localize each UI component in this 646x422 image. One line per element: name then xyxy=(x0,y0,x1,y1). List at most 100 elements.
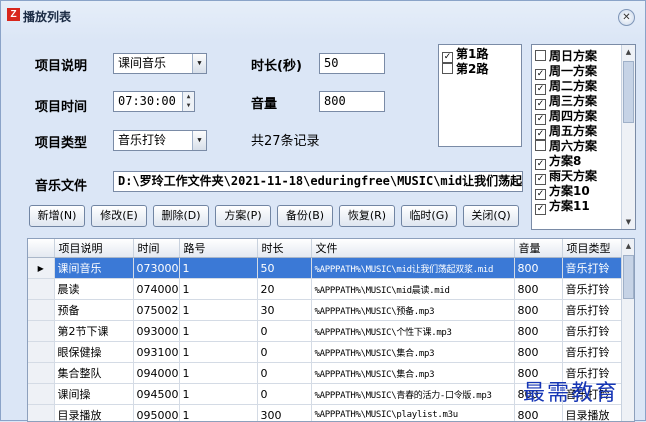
cell[interactable]: 800 xyxy=(514,300,562,321)
cell[interactable]: 课间音乐 xyxy=(54,258,133,279)
cell[interactable]: 800 xyxy=(514,258,562,279)
plan-label[interactable]: 周二方案 xyxy=(549,79,597,93)
column-header[interactable]: 时长 xyxy=(257,239,311,258)
plan-label[interactable]: 周五方案 xyxy=(549,124,597,138)
cell[interactable]: 音乐打铃 xyxy=(562,321,622,342)
plan-button[interactable]: 方案(P) xyxy=(215,205,271,227)
restore-button[interactable]: 恢复(R) xyxy=(339,205,395,227)
delete-button[interactable]: 删除(D) xyxy=(153,205,209,227)
cell[interactable]: 晨读 xyxy=(54,279,133,300)
checkbox[interactable] xyxy=(535,140,546,151)
checkbox[interactable] xyxy=(535,50,546,61)
temp-button[interactable]: 临时(G) xyxy=(401,205,457,227)
cell[interactable]: 800 xyxy=(514,405,562,422)
cell[interactable]: 1 xyxy=(179,363,257,384)
scroll-up-icon[interactable]: ▲ xyxy=(622,239,635,253)
cell[interactable]: 1 xyxy=(179,258,257,279)
new-button[interactable]: 新增(N) xyxy=(29,205,85,227)
type-combo[interactable]: 音乐打铃 ▼ xyxy=(113,130,207,151)
scroll-thumb[interactable] xyxy=(623,61,634,123)
cell[interactable]: 30 xyxy=(257,300,311,321)
cell[interactable]: 073000 xyxy=(133,258,179,279)
cell[interactable]: 1 xyxy=(179,342,257,363)
cell[interactable]: 0 xyxy=(257,384,311,405)
plan-label[interactable]: 方案10 xyxy=(549,184,590,198)
cell[interactable]: %APPPATH%\MUSIC\集合.mp3 xyxy=(311,342,514,363)
chevron-down-icon[interactable]: ▼ xyxy=(192,131,206,150)
cell[interactable]: %APPPATH%\MUSIC\个性下课.mp3 xyxy=(311,321,514,342)
cell[interactable]: 50 xyxy=(257,258,311,279)
spin-down-icon[interactable]: ▼ xyxy=(187,102,191,109)
cell[interactable]: 目录播放 xyxy=(54,405,133,422)
column-header[interactable]: 项目说明 xyxy=(54,239,133,258)
column-header[interactable]: 音量 xyxy=(514,239,562,258)
plans-scrollbar[interactable]: ▲ ▼ xyxy=(621,45,635,229)
cell[interactable]: 1 xyxy=(179,321,257,342)
duration-input[interactable]: 50 xyxy=(319,53,385,74)
spin-up-icon[interactable]: ▲ xyxy=(187,93,191,100)
plan-label[interactable]: 周日方案 xyxy=(549,49,597,63)
edit-button[interactable]: 修改(E) xyxy=(91,205,147,227)
cell[interactable]: 800 xyxy=(514,342,562,363)
backup-button[interactable]: 备份(B) xyxy=(277,205,333,227)
cell[interactable]: 0 xyxy=(257,342,311,363)
desc-combo[interactable]: 课间音乐 ▼ xyxy=(113,53,207,74)
plan-label[interactable]: 方案11 xyxy=(549,199,590,213)
cell[interactable]: 075002 xyxy=(133,300,179,321)
close-window-button[interactable]: ✕ xyxy=(618,9,635,26)
cell[interactable]: %APPPATH%\MUSIC\mid晨读.mid xyxy=(311,279,514,300)
table-row[interactable]: 眼保健操09310010%APPPATH%\MUSIC\集合.mp3800音乐打… xyxy=(28,342,622,363)
plan-label[interactable]: 周四方案 xyxy=(549,109,597,123)
spin-buttons[interactable]: ▲▼ xyxy=(182,92,194,111)
column-header[interactable]: 时间 xyxy=(133,239,179,258)
cell[interactable]: 课间操 xyxy=(54,384,133,405)
cell[interactable]: 音乐打铃 xyxy=(562,300,622,321)
checkbox[interactable]: ✓ xyxy=(535,204,546,215)
column-header[interactable]: 项目类型 xyxy=(562,239,622,258)
cell[interactable]: 目录播放 xyxy=(562,405,622,422)
volume-input[interactable]: 800 xyxy=(319,91,385,112)
route-item[interactable]: 第2路 xyxy=(439,62,521,77)
file-path-input[interactable]: D:\罗玲工作文件夹\2021-11-18\eduringfree\MUSIC\… xyxy=(113,171,523,192)
cell[interactable]: 300 xyxy=(257,405,311,422)
cell[interactable]: 预备 xyxy=(54,300,133,321)
cell[interactable]: 1 xyxy=(179,405,257,422)
cell[interactable]: 074000 xyxy=(133,279,179,300)
scroll-thumb[interactable] xyxy=(623,255,634,299)
plan-label[interactable]: 雨天方案 xyxy=(549,169,597,183)
cell[interactable]: 20 xyxy=(257,279,311,300)
cell[interactable]: 094500 xyxy=(133,384,179,405)
table-row[interactable]: 目录播放0950001300%APPPATH%\MUSIC\playlist.m… xyxy=(28,405,622,422)
cell[interactable]: %APPPATH%\MUSIC\playlist.m3u xyxy=(311,405,514,422)
cell[interactable]: 音乐打铃 xyxy=(562,258,622,279)
cell[interactable]: %APPPATH%\MUSIC\集合.mp3 xyxy=(311,363,514,384)
table-row[interactable]: 晨读074000120%APPPATH%\MUSIC\mid晨读.mid800音… xyxy=(28,279,622,300)
route-item[interactable]: ✓第1路 xyxy=(439,47,521,62)
cell[interactable]: 音乐打铃 xyxy=(562,342,622,363)
cell[interactable]: 第2节下课 xyxy=(54,321,133,342)
plan-label[interactable]: 方案8 xyxy=(549,154,581,168)
cell[interactable]: 093000 xyxy=(133,321,179,342)
table-scrollbar[interactable]: ▲ xyxy=(621,239,634,421)
cell[interactable]: 眼保健操 xyxy=(54,342,133,363)
cell[interactable]: 094000 xyxy=(133,363,179,384)
cell[interactable]: 1 xyxy=(179,384,257,405)
cell[interactable]: 音乐打铃 xyxy=(562,279,622,300)
cell[interactable]: 集合整队 xyxy=(54,363,133,384)
table-row[interactable]: 预备075002130%APPPATH%\MUSIC\预备.mp3800音乐打铃 xyxy=(28,300,622,321)
cell[interactable]: 095000 xyxy=(133,405,179,422)
scroll-down-icon[interactable]: ▼ xyxy=(622,215,635,229)
cell[interactable]: 0 xyxy=(257,321,311,342)
close-button[interactable]: 关闭(Q) xyxy=(463,205,519,227)
checkbox[interactable] xyxy=(442,63,453,74)
chevron-down-icon[interactable]: ▼ xyxy=(192,54,206,73)
scroll-up-icon[interactable]: ▲ xyxy=(622,45,635,59)
table-row[interactable]: 第2节下课09300010%APPPATH%\MUSIC\个性下课.mp3800… xyxy=(28,321,622,342)
cell[interactable]: %APPPATH%\MUSIC\预备.mp3 xyxy=(311,300,514,321)
cell[interactable]: %APPPATH%\MUSIC\mid让我们荡起双浆.mid xyxy=(311,258,514,279)
cell[interactable]: %APPPATH%\MUSIC\青春的活力-口令版.mp3 xyxy=(311,384,514,405)
cell[interactable]: 1 xyxy=(179,279,257,300)
column-header[interactable]: 文件 xyxy=(311,239,514,258)
plan-label[interactable]: 周三方案 xyxy=(549,94,597,108)
column-header[interactable]: 路号 xyxy=(179,239,257,258)
